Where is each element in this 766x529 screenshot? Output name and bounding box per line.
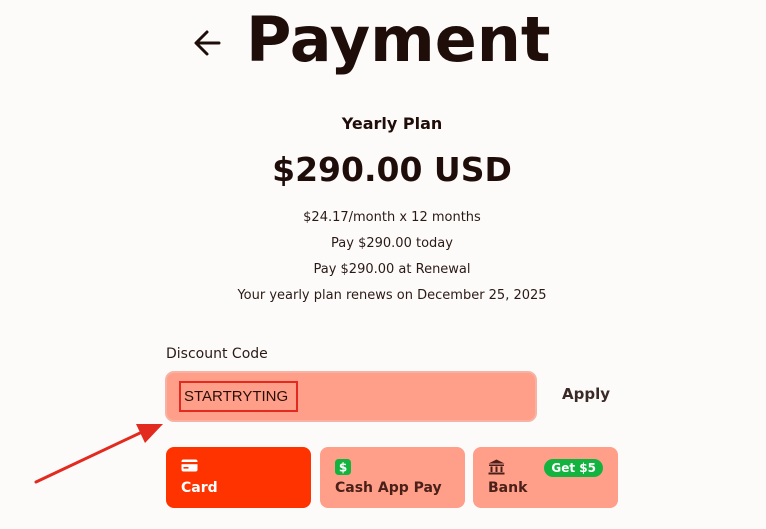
credit-card-icon [181,459,198,472]
payment-method-card[interactable]: Card [166,447,311,508]
header: Payment [0,0,766,90]
apply-button[interactable]: Apply [562,385,610,403]
discount-code-label: Discount Code [166,346,268,362]
plan-detail-today: Pay $290.00 today [331,236,453,251]
svg-text:$: $ [339,461,347,475]
back-button[interactable] [190,26,224,60]
arrow-left-icon [194,30,221,56]
cash-app-icon: $ [335,459,351,475]
payment-method-bank-label: Bank [488,480,528,496]
plan-name: Yearly Plan [341,114,443,133]
bank-icon [488,459,505,475]
plan-price: $290.00 USD [272,150,512,189]
plan-detail-renewal: Pay $290.00 at Renewal [313,262,471,277]
payment-method-cash-app[interactable]: $ Cash App Pay [320,447,465,508]
plan-detail-renew-date: Your yearly plan renews on December 25, … [237,288,547,303]
plan-detail-monthly: $24.17/month x 12 months [303,210,481,225]
payment-method-cash-app-label: Cash App Pay [335,480,442,496]
bank-promo-badge: Get $5 [544,459,603,477]
payment-method-card-label: Card [181,480,218,496]
discount-code-input[interactable]: STARTRYTING [165,371,537,422]
page-title: Payment [246,3,551,76]
discount-code-value: STARTRYTING [179,381,299,412]
payment-method-bank[interactable]: Get $5 Bank [473,447,618,508]
